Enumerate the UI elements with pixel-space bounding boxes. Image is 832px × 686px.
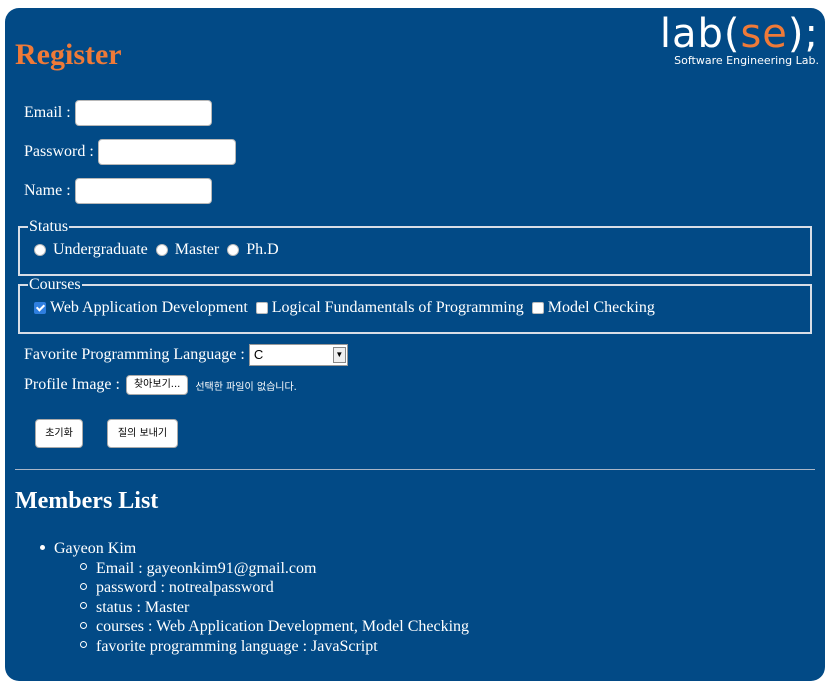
email-field[interactable]: [74, 100, 212, 126]
member-detail-email: Email : gayeonkim91@gmail.com: [80, 559, 469, 579]
register-panel: lab(se); Software Engineering Lab. Regis…: [5, 8, 825, 681]
members-list-title: Members List: [15, 488, 159, 514]
profile-row: Profile Image : 찾아보기... 선택한 파일이 없습니다.: [24, 375, 297, 395]
logo-subtitle: Software Engineering Lab.: [674, 54, 819, 67]
member-detail-courses: courses : Web Application Development, M…: [80, 617, 469, 637]
checkbox-model-checking[interactable]: [531, 302, 544, 314]
course-option-web-app[interactable]: Web Application Development: [34, 299, 248, 317]
member-detail-status: status : Master: [80, 598, 469, 618]
section-divider: [15, 469, 815, 470]
course-option-model-checking[interactable]: Model Checking: [531, 299, 655, 317]
circle-bullet-icon: [80, 602, 87, 610]
language-select[interactable]: C ▼: [248, 344, 348, 366]
checkbox-web-app[interactable]: [34, 302, 46, 314]
status-option-master[interactable]: Master: [155, 241, 219, 259]
radio-undergraduate[interactable]: [34, 244, 46, 256]
submit-button[interactable]: 질의 보내기: [107, 419, 178, 448]
logo-wordmark: lab(se);: [659, 11, 819, 57]
password-field[interactable]: [97, 139, 236, 165]
password-label: Password :: [24, 143, 94, 160]
language-selected-value: C: [253, 347, 264, 362]
name-label: Name :: [24, 182, 71, 199]
password-row: Password :: [24, 139, 236, 165]
name-field[interactable]: [74, 178, 212, 204]
members-list: Gayeon Kim Email : gayeonkim91@gmail.com…: [40, 539, 469, 656]
name-row: Name :: [24, 178, 212, 204]
member-details: Email : gayeonkim91@gmail.com password :…: [40, 559, 469, 657]
status-option-undergraduate[interactable]: Undergraduate: [34, 241, 148, 259]
language-label: Favorite Programming Language :: [24, 346, 245, 363]
circle-bullet-icon: [80, 563, 87, 571]
lab-se-logo: lab(se); Software Engineering Lab.: [660, 12, 819, 67]
bullet-icon: [40, 544, 45, 550]
status-option-phd[interactable]: Ph.D: [227, 241, 279, 259]
courses-fieldset: Courses Web Application Development Logi…: [18, 276, 812, 334]
file-browse-button[interactable]: 찾아보기...: [125, 375, 189, 395]
member-detail-language: favorite programming language : JavaScri…: [80, 637, 469, 657]
list-item: Gayeon Kim Email : gayeonkim91@gmail.com…: [40, 539, 469, 656]
member-detail-password: password : notrealpassword: [80, 578, 469, 598]
chevron-down-icon[interactable]: ▼: [332, 347, 346, 363]
member-name: Gayeon Kim: [54, 540, 137, 557]
language-row: Favorite Programming Language : C ▼: [24, 344, 348, 366]
course-option-logical-fundamentals[interactable]: Logical Fundamentals of Programming: [255, 299, 524, 317]
courses-options: Web Application Development Logical Fund…: [20, 294, 810, 320]
status-fieldset: Status Undergraduate Master Ph.D: [18, 218, 812, 276]
page-title: Register: [15, 38, 122, 71]
radio-master[interactable]: [155, 244, 168, 256]
circle-bullet-icon: [80, 621, 87, 629]
checkbox-logical-fundamentals[interactable]: [255, 302, 268, 314]
reset-button[interactable]: 초기화: [35, 419, 83, 448]
email-label: Email :: [24, 104, 71, 121]
courses-legend: Courses: [29, 276, 81, 293]
circle-bullet-icon: [80, 641, 87, 649]
status-options: Undergraduate Master Ph.D: [20, 236, 810, 262]
file-status-text: 선택한 파일이 없습니다.: [195, 381, 297, 393]
email-row: Email :: [24, 100, 212, 126]
radio-phd[interactable]: [227, 244, 240, 256]
profile-label: Profile Image :: [24, 376, 120, 393]
circle-bullet-icon: [80, 582, 87, 590]
status-legend: Status: [29, 218, 69, 235]
